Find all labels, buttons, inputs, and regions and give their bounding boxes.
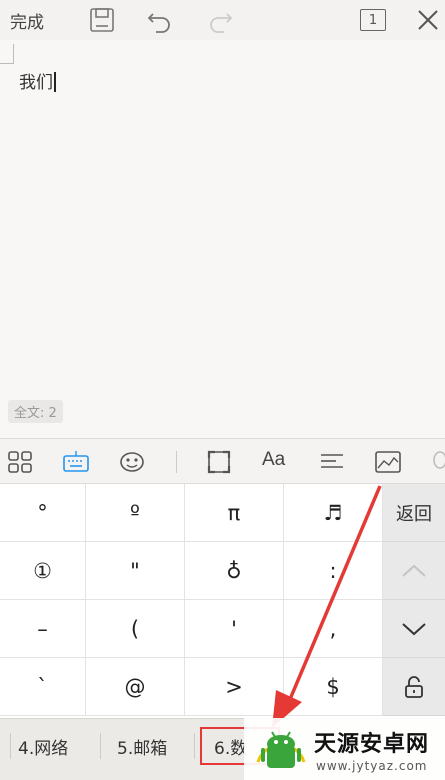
key-degree[interactable]: ° [0, 484, 86, 542]
key-backtick[interactable]: ` [0, 658, 86, 716]
key-label: ♬ [323, 500, 343, 525]
voice-icon[interactable] [428, 449, 445, 475]
key-label: ♁ [226, 558, 242, 583]
key-label: – [37, 616, 48, 641]
grid-icon[interactable] [6, 449, 34, 475]
document-text[interactable]: 我们 [19, 68, 56, 93]
category-network[interactable]: 4.网络 [18, 727, 68, 765]
key-at[interactable]: @ [86, 658, 185, 716]
key-label: : [329, 558, 337, 583]
category-label: 4.网络 [18, 738, 69, 759]
key-label: ' [231, 616, 237, 641]
close-icon[interactable] [414, 6, 442, 34]
android-logo-icon [256, 731, 306, 768]
key-label: º [130, 500, 140, 525]
key-music-note[interactable]: ♬ [284, 484, 383, 542]
document-text-content: 我们 [19, 73, 53, 93]
watermark-site-name: 天源安卓网 [314, 732, 430, 757]
key-label: ( [130, 616, 140, 641]
lock-icon [405, 675, 423, 698]
image-icon[interactable] [374, 449, 402, 475]
key-label: ° [37, 500, 48, 525]
keyboard-icon[interactable] [62, 449, 90, 475]
chevron-down-icon [402, 622, 426, 635]
emoji-icon[interactable] [118, 449, 146, 475]
scroll-down-button[interactable] [383, 600, 445, 658]
done-button[interactable]: 完成 [10, 8, 44, 33]
category-label: 5.邮箱 [117, 738, 168, 759]
key-label: @ [124, 674, 146, 699]
key-dollar[interactable]: $ [284, 658, 383, 716]
key-greater-than[interactable]: > [185, 658, 284, 716]
text-cursor [54, 72, 56, 92]
toolbar-divider [176, 451, 177, 473]
key-colon[interactable]: : [284, 542, 383, 600]
back-button-label: 返回 [396, 503, 432, 525]
page-count-icon[interactable]: 1 [360, 9, 386, 31]
page-count-label: 1 [368, 12, 378, 28]
key-label: $ [326, 674, 340, 699]
document-editor[interactable]: 我们 全文: 2 [0, 40, 445, 438]
key-label: ① [33, 558, 52, 583]
page-corner-mark [0, 44, 14, 64]
key-open-paren[interactable]: ( [86, 600, 185, 658]
scroll-up-button[interactable] [383, 542, 445, 600]
key-label: π [227, 500, 241, 525]
lock-button[interactable] [383, 658, 445, 716]
back-button[interactable]: 返回 [383, 484, 445, 542]
symbol-keyboard: ° º π ♬ 返回 ① " ♁ : – ( ' , ` @ > $ [0, 484, 445, 718]
watermark: 天源安卓网 www.jytyaz.com [244, 718, 445, 780]
font-icon[interactable]: Aa [262, 449, 285, 471]
watermark-url: www.jytyaz.com [316, 759, 428, 773]
key-comma[interactable]: , [284, 600, 383, 658]
category-divider [100, 733, 101, 759]
key-pi[interactable]: π [185, 484, 284, 542]
key-circled-one[interactable]: ① [0, 542, 86, 600]
key-label: ` [37, 674, 48, 699]
align-icon[interactable] [318, 449, 346, 475]
key-label: " [130, 558, 140, 583]
undo-icon[interactable] [146, 6, 174, 34]
key-label: , [329, 616, 337, 641]
key-earth-symbol[interactable]: ♁ [185, 542, 284, 600]
word-count-badge: 全文: 2 [8, 400, 63, 423]
format-toolbar: Aa [0, 438, 445, 484]
key-en-dash[interactable]: – [0, 600, 86, 658]
key-ordinal[interactable]: º [86, 484, 185, 542]
category-label: 6.数 [214, 738, 248, 759]
redo-icon[interactable] [206, 6, 234, 34]
key-apostrophe[interactable]: ' [185, 600, 284, 658]
chevron-up-icon [402, 564, 426, 577]
top-toolbar: 完成 1 [0, 0, 445, 40]
save-icon[interactable] [88, 6, 116, 34]
key-label: > [225, 674, 243, 699]
category-email[interactable]: 5.邮箱 [117, 727, 167, 765]
fullscreen-icon[interactable] [205, 449, 233, 475]
category-divider [10, 733, 11, 759]
key-double-quote[interactable]: " [86, 542, 185, 600]
category-divider [194, 733, 195, 759]
